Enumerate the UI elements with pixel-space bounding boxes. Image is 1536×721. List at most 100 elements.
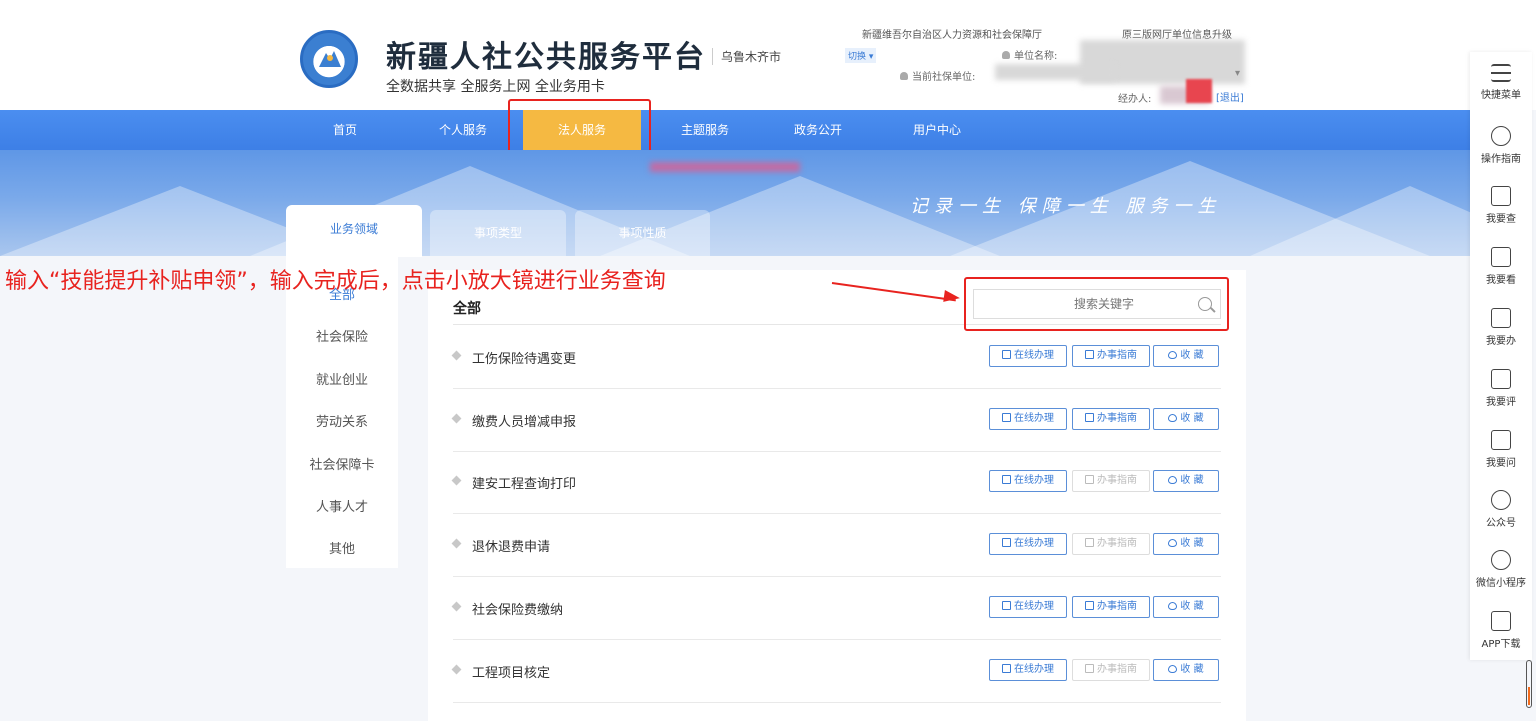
redacted-current-unit: [995, 64, 1115, 80]
diamond-bullet-icon: [451, 538, 462, 549]
unit-name: 单位名称:: [1002, 47, 1057, 62]
sidebar-item-ask[interactable]: 我要问: [1470, 430, 1532, 469]
heart-icon: [1168, 476, 1178, 484]
category-social-security-card[interactable]: 社会保障卡: [286, 454, 398, 473]
edit-icon: [1002, 475, 1011, 484]
guide-button[interactable]: 办事指南: [1072, 596, 1150, 618]
nav-government-affairs[interactable]: 政务公开: [773, 110, 863, 150]
tab-item-type[interactable]: 事项类型: [430, 210, 566, 256]
category-social-insurance[interactable]: 社会保险: [286, 326, 398, 345]
doc-icon: [1085, 413, 1094, 422]
banner: [0, 150, 1470, 256]
online-handle-button[interactable]: 在线办理: [989, 596, 1067, 618]
category-other[interactable]: 其他: [286, 538, 398, 557]
guide-button[interactable]: 办事指南: [1072, 345, 1150, 367]
annotation-arrow-icon: [943, 289, 961, 305]
diamond-bullet-icon: [451, 413, 462, 424]
user-icon: [1002, 51, 1010, 59]
doc-icon: [1085, 350, 1094, 359]
list-item: 工程项目核定 在线办理 办事指南 收 藏: [451, 640, 1221, 703]
menu-icon: [1491, 64, 1511, 82]
doc-icon: [1085, 601, 1094, 610]
department-link[interactable]: 新疆维吾尔自治区人力资源和社会保障厅: [862, 26, 1042, 41]
online-handle-button[interactable]: 在线办理: [989, 470, 1067, 492]
app-icon: [1491, 611, 1511, 631]
favorite-button[interactable]: 收 藏: [1153, 533, 1219, 555]
online-handle-button[interactable]: 在线办理: [989, 408, 1067, 430]
sidebar-item-app-download[interactable]: APP下载: [1470, 611, 1532, 650]
nav-theme-service[interactable]: 主题服务: [660, 110, 750, 150]
item-label[interactable]: 社会保险费缴纳: [472, 599, 563, 618]
favorite-button[interactable]: 收 藏: [1153, 470, 1219, 492]
sidebar-item-guide[interactable]: 操作指南: [1470, 126, 1532, 165]
edit-icon: [1002, 601, 1011, 610]
favorite-button[interactable]: 收 藏: [1153, 345, 1219, 367]
sidebar-item-view[interactable]: 我要看: [1470, 247, 1532, 286]
slogan: 记录一生 保障一生 服务一生: [910, 196, 1222, 217]
unit-dropdown-icon[interactable]: ▾: [1235, 68, 1240, 79]
list-item: 社会保险费缴纳 在线办理 办事指南 收 藏: [451, 577, 1221, 640]
diamond-bullet-icon: [451, 664, 462, 675]
current-unit-label: 当前社保单位:: [912, 72, 976, 83]
heart-icon: [1168, 665, 1178, 673]
main-nav: 首页 个人服务 法人服务 主题服务 政务公开 用户中心: [0, 110, 1470, 150]
diamond-bullet-icon: [451, 475, 462, 486]
agent: 经办人:: [1118, 90, 1151, 105]
logout-link[interactable]: [退出]: [1216, 89, 1244, 104]
chat-icon: [1491, 430, 1511, 450]
tab-business-domain[interactable]: 业务领域: [286, 205, 422, 257]
mountain-shape: [1250, 186, 1470, 256]
search-doc-icon: [1491, 186, 1511, 206]
online-handle-button[interactable]: 在线办理: [989, 659, 1067, 681]
sidebar-item-official-account[interactable]: 公众号: [1470, 490, 1532, 529]
sidebar-item-evaluate[interactable]: 我要评: [1470, 369, 1532, 408]
heart-icon: [1168, 539, 1178, 547]
guide-button[interactable]: 办事指南: [1072, 408, 1150, 430]
site-header: 新疆人社公共服务平台 全数据共享 全服务上网 全业务用卡 乌鲁木齐市 新疆维吾尔…: [0, 0, 1536, 110]
nav-home[interactable]: 首页: [300, 110, 390, 150]
nav-personal-service[interactable]: 个人服务: [418, 110, 508, 150]
sidebar-item-query[interactable]: 我要查: [1470, 186, 1532, 225]
agent-label: 经办人:: [1118, 94, 1152, 105]
wechat-icon: [1491, 490, 1511, 510]
category-labor-relations[interactable]: 劳动关系: [286, 411, 398, 430]
online-handle-button[interactable]: 在线办理: [989, 533, 1067, 555]
guide-button-disabled: 办事指南: [1072, 470, 1150, 492]
switch-button[interactable]: 切换 ▾: [845, 48, 877, 63]
miniprogram-icon: [1491, 550, 1511, 570]
instruction-annotation: 输入“技能提升补贴申领”，输入完成后，点击小放大镜进行业务查询: [5, 269, 666, 294]
guide-button-disabled: 办事指南: [1072, 533, 1150, 555]
list-item: 缴费人员增减申报 在线办理 办事指南 收 藏: [451, 389, 1221, 452]
item-label[interactable]: 缴费人员增减申报: [472, 411, 576, 430]
nav-user-center[interactable]: 用户中心: [892, 110, 982, 150]
redacted-banner-text: [650, 162, 800, 172]
search-highlight-box: [964, 277, 1229, 331]
quick-sidebar: 快捷菜单 操作指南 我要查 我要看 我要办 我要评 我要问 公众号 微信小程序 …: [1470, 52, 1532, 660]
list-item: 建安工程查询打印 在线办理 办事指南 收 藏: [451, 451, 1221, 514]
diamond-bullet-icon: [451, 350, 462, 361]
online-handle-button[interactable]: 在线办理: [989, 345, 1067, 367]
sidebar-item-quick-menu[interactable]: 快捷菜单: [1470, 64, 1532, 101]
favorite-button[interactable]: 收 藏: [1153, 408, 1219, 430]
edit-icon: [1002, 664, 1011, 673]
doc-icon: [1085, 538, 1094, 547]
favorite-button[interactable]: 收 藏: [1153, 659, 1219, 681]
edit-icon: [1491, 369, 1511, 389]
item-label[interactable]: 工程项目核定: [472, 662, 550, 681]
category-personnel[interactable]: 人事人才: [286, 496, 398, 515]
logo-icon: [300, 30, 358, 88]
sidebar-item-handle[interactable]: 我要办: [1470, 308, 1532, 347]
item-label[interactable]: 退休退费申请: [472, 536, 550, 555]
scroll-indicator[interactable]: [1526, 660, 1532, 708]
favorite-button[interactable]: 收 藏: [1153, 596, 1219, 618]
doc-icon: [1491, 247, 1511, 267]
item-label[interactable]: 工伤保险待遇变更: [472, 348, 576, 367]
edit-icon: [1002, 538, 1011, 547]
item-label[interactable]: 建安工程查询打印: [472, 473, 576, 492]
sidebar-item-miniprogram[interactable]: 微信小程序: [1470, 550, 1532, 589]
tab-item-nature[interactable]: 事项性质: [575, 210, 710, 256]
upgrade-notice-link[interactable]: 原三版网厅单位信息升级: [1122, 26, 1232, 41]
edit-icon: [1002, 413, 1011, 422]
category-employment[interactable]: 就业创业: [286, 369, 398, 388]
diamond-bullet-icon: [451, 601, 462, 612]
